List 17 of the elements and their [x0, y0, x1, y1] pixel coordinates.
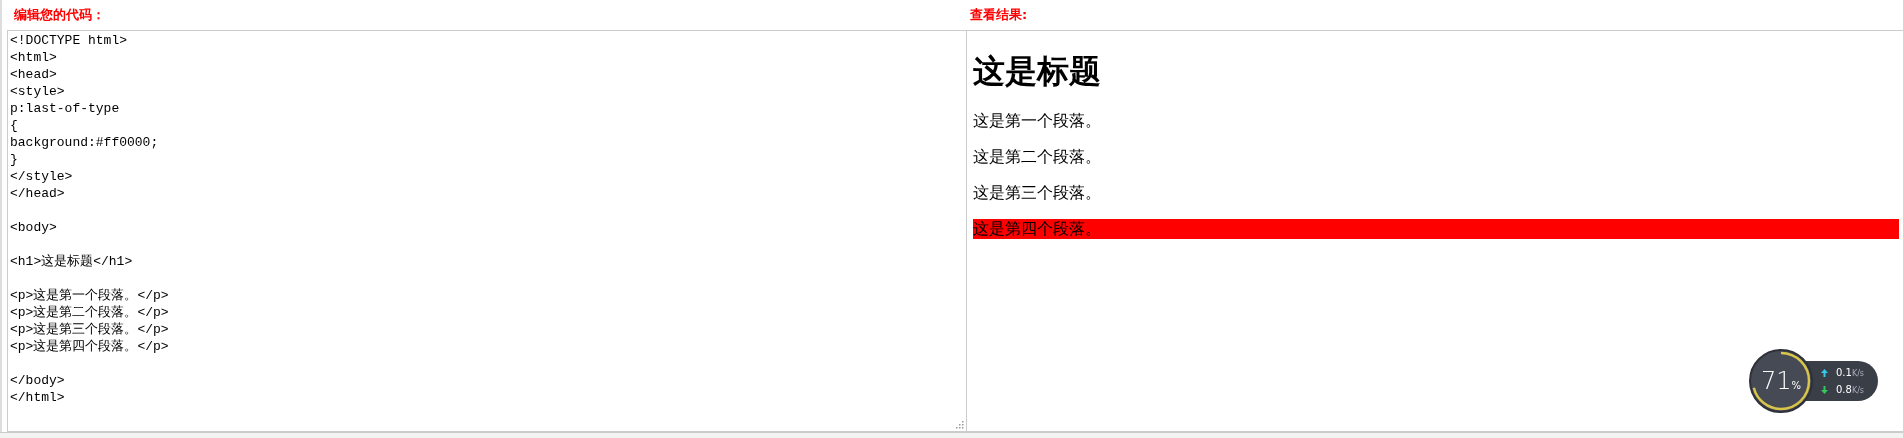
rate-value: 0.1	[1836, 366, 1852, 378]
percent-unit: %	[1791, 379, 1802, 391]
up-arrow-icon	[1821, 368, 1828, 377]
paragraph: 这是第三个段落。	[973, 183, 1102, 203]
page-heading: 这是标题	[973, 52, 1101, 90]
editor-title: 编辑您的代码：	[14, 7, 105, 23]
rate-unit: K/s	[1851, 385, 1864, 395]
down-arrow-icon	[1821, 385, 1828, 394]
rate-unit: K/s	[1851, 368, 1864, 378]
paragraph: 这是第二个段落。	[973, 147, 1102, 167]
usage-dial[interactable]: 71%	[1749, 349, 1813, 413]
rate-value: 0.8	[1836, 383, 1852, 395]
result-title: 查看结果:	[970, 7, 1028, 23]
paragraph: 这是第一个段落。	[973, 111, 1102, 131]
usage-percent: 71	[1760, 367, 1792, 395]
paragraph: 这是第四个段落。	[973, 219, 1899, 239]
resize-grip-icon[interactable]	[955, 420, 964, 429]
